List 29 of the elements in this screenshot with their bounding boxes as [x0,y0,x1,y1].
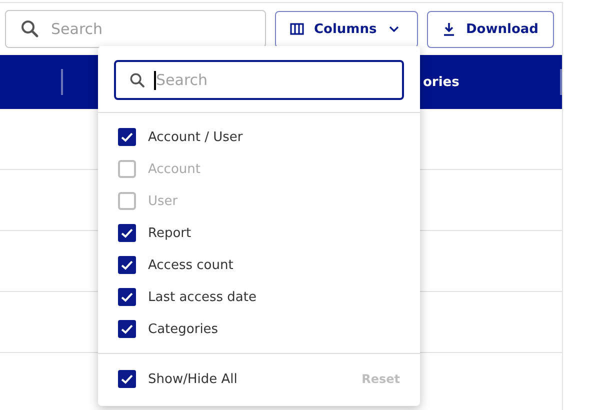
checkbox[interactable] [118,288,136,306]
option-label: Last access date [148,290,256,304]
checkbox[interactable] [118,224,136,242]
text-cursor [154,71,156,90]
columns-button[interactable]: Columns [275,10,418,48]
checkbox[interactable] [118,128,136,146]
option-label: Access count [148,258,234,272]
search-field[interactable]: Search [114,60,404,100]
column-option[interactable]: Account / User [98,121,420,153]
checkbox[interactable] [118,256,136,274]
option-label: User [148,194,178,208]
search-icon [129,72,146,89]
checkbox[interactable] [118,320,136,338]
option-label: Show/Hide All [148,372,238,386]
download-icon [442,22,456,36]
column-option[interactable]: Access count [98,249,420,281]
search-icon [20,19,40,39]
download-button[interactable]: Download [427,10,554,48]
column-header[interactable]: ories [423,74,460,90]
show-hide-all-option[interactable]: Show/Hide All [98,363,238,395]
column-option[interactable]: Last access date [98,281,420,313]
option-label: Report [148,226,192,240]
option-label: Account / User [148,130,243,144]
columns-icon [290,22,304,36]
column-option[interactable]: Categories [98,313,420,345]
option-label: Categories [148,322,218,336]
column-option[interactable]: Report [98,217,420,249]
option-label: Account [148,162,200,176]
checkbox[interactable] [118,370,136,388]
